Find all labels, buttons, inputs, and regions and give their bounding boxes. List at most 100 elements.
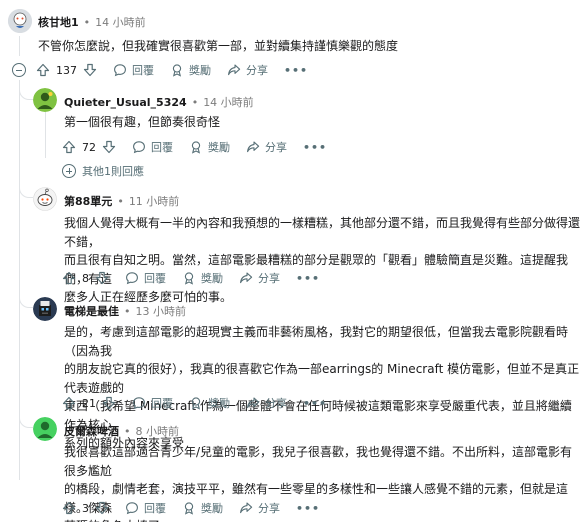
more-options-button[interactable]: ••• — [296, 502, 320, 515]
comment-actions: 8 回覆 獎勵 分享 ••• — [62, 267, 320, 289]
reply-button[interactable]: 回覆 — [125, 500, 166, 516]
share-icon — [240, 502, 253, 514]
award-button[interactable]: 獎勵 — [170, 62, 211, 78]
vote-count: 21 — [82, 396, 96, 410]
upvote-icon[interactable] — [62, 271, 76, 285]
reply-label: 回覆 — [151, 141, 173, 154]
award-button[interactable]: 獎勵 — [182, 500, 223, 516]
comment-icon — [126, 502, 138, 515]
share-label: 分享 — [265, 141, 287, 154]
vote-control: 3 — [62, 501, 109, 515]
timestamp: 11 小時前 — [128, 195, 180, 208]
award-button[interactable]: 獎勵 — [182, 270, 223, 286]
share-icon — [247, 397, 260, 409]
award-button[interactable]: 獎勵 — [189, 395, 230, 411]
avatar[interactable] — [33, 417, 57, 441]
award-icon — [172, 64, 182, 77]
author-name[interactable]: Quieter_Usual_5324 — [64, 96, 187, 109]
thread-connector — [19, 410, 33, 428]
comment-body: 不管你怎麼說，但我確實很喜歡第一部，並對續集持謹慎樂觀的態度 — [38, 39, 399, 53]
separator-dot: • — [124, 424, 131, 438]
reply-button[interactable]: 回覆 — [132, 139, 173, 155]
more-options-icon: ••• — [296, 501, 321, 515]
avatar[interactable] — [33, 297, 57, 321]
share-button[interactable]: 分享 — [246, 139, 287, 155]
more-options-button[interactable]: ••• — [303, 141, 327, 154]
award-label: 獎勵 — [189, 64, 211, 77]
share-icon — [228, 64, 241, 76]
award-label: 獎勵 — [208, 397, 230, 410]
downvote-icon[interactable] — [95, 501, 109, 515]
share-button[interactable]: 分享 — [246, 395, 287, 411]
timestamp: 13 小時前 — [135, 305, 187, 318]
reply-label: 回覆 — [144, 272, 166, 285]
award-label: 獎勵 — [201, 272, 223, 285]
downvote-icon[interactable] — [83, 63, 97, 77]
vote-count: 8 — [82, 271, 89, 285]
vote-count: 72 — [82, 140, 96, 154]
more-options-button[interactable]: ••• — [296, 272, 320, 285]
downvote-icon[interactable] — [102, 140, 116, 154]
comment-meta: Quieter_Usual_5324 • 14 小時前 — [64, 94, 254, 110]
author-name[interactable]: 核甘地1 — [38, 14, 79, 30]
award-icon — [184, 272, 194, 285]
avatar[interactable] — [33, 187, 57, 211]
award-icon — [184, 502, 194, 515]
comment-meta: 電梯是最佳 • 13 小時前 — [64, 303, 186, 319]
comment-body: 第一個很有趣，但節奏很奇怪 — [64, 115, 221, 129]
award-button[interactable]: 獎勵 — [189, 139, 230, 155]
vote-control: 137 — [36, 63, 97, 77]
comment-actions: 72 回覆 獎勵 分享 ••• — [62, 136, 327, 158]
share-icon — [247, 141, 260, 153]
more-options-icon: ••• — [303, 396, 328, 410]
comment-actions: 137 回覆 獎勵 分享 ••• — [36, 59, 308, 81]
share-label: 分享 — [265, 397, 287, 410]
avatar[interactable] — [8, 9, 32, 33]
reply-button[interactable]: 回覆 — [132, 395, 173, 411]
reply-button[interactable]: 回覆 — [125, 270, 166, 286]
more-options-button[interactable]: ••• — [303, 397, 327, 410]
author-name[interactable]: 皮爾森啤酒 — [64, 423, 119, 439]
vote-count: 3 — [82, 501, 89, 515]
comment-body: 我個人覺得大概有一半的內容和我預想的一樣糟糕，其他部分還不錯，而且我覺得有些部分… — [64, 216, 581, 304]
reply-label: 回覆 — [144, 502, 166, 515]
separator-dot: • — [191, 95, 199, 109]
share-button[interactable]: 分享 — [239, 270, 280, 286]
comment-actions: 3 回覆 獎勵 分享 ••• — [62, 497, 320, 519]
separator-dot: • — [83, 15, 91, 29]
author-name[interactable]: 第88單元 — [64, 193, 112, 209]
share-button[interactable]: 分享 — [227, 62, 268, 78]
author-name[interactable]: 電梯是最佳 — [64, 303, 119, 319]
vote-control: 21 — [62, 396, 116, 410]
upvote-icon[interactable] — [36, 63, 50, 77]
upvote-icon[interactable] — [62, 140, 76, 154]
share-icon — [240, 272, 253, 284]
thread-line — [45, 112, 46, 158]
more-options-button[interactable]: ••• — [284, 64, 308, 77]
thread-connector — [19, 180, 33, 198]
upvote-icon[interactable] — [62, 396, 76, 410]
expand-icon — [62, 164, 76, 178]
vote-control: 72 — [62, 140, 116, 154]
comment-actions: 21 回覆 獎勵 分享 ••• — [62, 392, 327, 414]
more-replies-label: 其他1則回應 — [82, 165, 144, 178]
share-button[interactable]: 分享 — [239, 500, 280, 516]
vote-count: 137 — [56, 63, 77, 77]
award-label: 獎勵 — [208, 141, 230, 154]
reply-button[interactable]: 回覆 — [113, 62, 154, 78]
thread-connector — [19, 290, 33, 308]
upvote-icon[interactable] — [62, 501, 76, 515]
comment-icon — [126, 272, 138, 285]
thread-connector — [19, 80, 33, 100]
downvote-icon[interactable] — [95, 271, 109, 285]
comment-meta: 核甘地1 • 14 小時前 — [38, 14, 146, 30]
reply-label: 回覆 — [151, 397, 173, 410]
avatar[interactable] — [33, 88, 57, 112]
more-replies-link[interactable]: 其他1則回應 — [62, 163, 144, 179]
comment-icon — [114, 64, 126, 77]
comment-meta: 第88單元 • 11 小時前 — [64, 193, 179, 209]
downvote-icon[interactable] — [102, 396, 116, 410]
collapse-thread-button[interactable] — [12, 63, 26, 77]
comment-meta: 皮爾森啤酒 • 8 小時前 — [64, 423, 179, 439]
award-icon — [191, 141, 201, 154]
